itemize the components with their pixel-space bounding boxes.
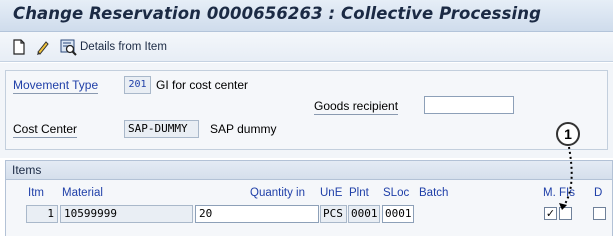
column-header-quantity[interactable]: Quantity in xyxy=(250,187,305,199)
column-header-m[interactable]: M. xyxy=(543,187,556,199)
column-header-fis[interactable]: FIs xyxy=(559,187,575,199)
movement-allowed-checkbox[interactable]: ✓ xyxy=(544,207,557,220)
une-cell[interactable]: PCS xyxy=(320,205,347,223)
plant-cell[interactable]: 0001 xyxy=(348,205,380,223)
quantity-input[interactable]: 20 xyxy=(195,205,319,223)
create-button[interactable] xyxy=(12,38,26,56)
pencil-icon xyxy=(35,39,51,55)
cost-center-label: Cost Center xyxy=(13,122,78,138)
column-header-plnt[interactable]: Plnt xyxy=(349,187,369,199)
items-section-label: Items xyxy=(12,163,42,177)
goods-recipient-input[interactable] xyxy=(424,96,514,114)
column-header-d[interactable]: D xyxy=(594,187,602,199)
column-header-une[interactable]: UnE xyxy=(320,187,342,199)
title-bar: Change Reservation 0000656263 : Collecti… xyxy=(0,0,613,32)
movement-type-text: GI for cost center xyxy=(156,78,249,92)
items-section-header: Items xyxy=(6,161,612,180)
final-issue-checkbox[interactable] xyxy=(559,207,572,220)
goods-recipient-label: Goods recipient xyxy=(314,99,399,115)
column-header-batch[interactable]: Batch xyxy=(419,187,448,199)
change-button[interactable] xyxy=(35,38,51,56)
column-header-itm[interactable]: Itm xyxy=(28,187,44,199)
new-document-icon xyxy=(12,39,26,55)
movement-type-field[interactable]: 201 xyxy=(124,76,151,94)
cost-center-field[interactable]: SAP-DUMMY xyxy=(124,120,199,138)
movement-type-label[interactable]: Movement Type xyxy=(13,78,99,94)
callout-number-badge: 1 xyxy=(556,122,580,146)
deletion-checkbox[interactable] xyxy=(593,207,606,220)
header-area: Movement Type 201 GI for cost center Goo… xyxy=(0,63,613,158)
page-title: Change Reservation 0000656263 : Collecti… xyxy=(13,4,542,23)
details-from-item-button[interactable]: Details from Item xyxy=(60,38,167,56)
details-from-item-label: Details from Item xyxy=(80,41,167,53)
material-cell[interactable]: 10599999 xyxy=(60,205,193,223)
column-header-material[interactable]: Material xyxy=(62,187,103,199)
item-number-cell: 1 xyxy=(26,205,58,223)
header-group-box: Movement Type 201 GI for cost center Goo… xyxy=(5,70,608,150)
cost-center-text: SAP dummy xyxy=(210,122,277,136)
application-toolbar: Details from Item xyxy=(0,32,613,62)
magnifier-detail-icon xyxy=(60,39,77,56)
items-section: Items Itm Material Quantity in UnE Plnt … xyxy=(5,160,613,236)
column-header-sloc[interactable]: SLoc xyxy=(383,187,409,199)
storage-location-input[interactable]: 0001 xyxy=(382,205,414,223)
